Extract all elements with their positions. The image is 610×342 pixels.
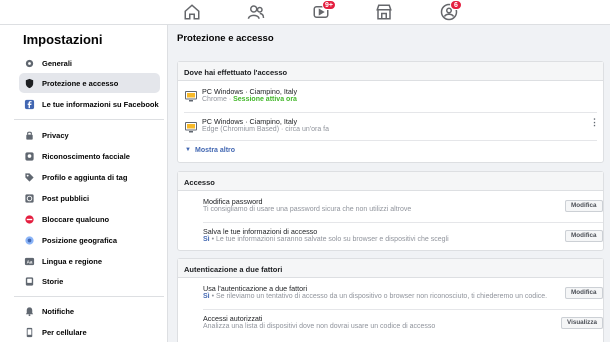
- row-title: Usa l'autenticazione a due fattori: [203, 284, 308, 293]
- edit-password-button[interactable]: Modifica: [565, 200, 603, 212]
- sidebar-item-informazioni[interactable]: Le tue informazioni su Facebook: [19, 94, 160, 114]
- sidebar-item-label: Generali: [42, 58, 73, 68]
- sidebar-item-label: Per cellulare: [42, 327, 87, 337]
- tag-icon: [24, 172, 35, 183]
- block-icon: [24, 214, 35, 225]
- globe-icon: [24, 193, 35, 204]
- sidebar-item-post-pubblici[interactable]: Post pubblici: [19, 188, 160, 208]
- sidebar-item-label: Le tue informazioni su Facebook: [42, 99, 159, 109]
- session-details: Edge (Chromium Based) · circa un'ora fa: [202, 126, 329, 133]
- row-description: Analizza una lista di dispositivi dove n…: [203, 323, 436, 330]
- sidebar-item-label: Privacy: [42, 130, 69, 140]
- shield-icon: [24, 78, 35, 89]
- session-row[interactable]: PC Windows · Ciampino, Italy Chrome · Se…: [178, 81, 603, 111]
- location-icon: [24, 235, 35, 246]
- sidebar-item-riconoscimento[interactable]: Riconoscimento facciale: [19, 146, 160, 166]
- session-device: PC Windows · Ciampino, Italy: [202, 87, 298, 96]
- friends-icon[interactable]: [247, 3, 265, 21]
- sidebar-divider: [14, 296, 164, 297]
- change-password-row[interactable]: Modifica password Ti consigliamo di usar…: [178, 191, 603, 221]
- view-authorized-logins-button[interactable]: Visualizza: [561, 317, 603, 329]
- groups-notification-badge: 6: [450, 0, 462, 10]
- authorized-logins-row[interactable]: Accessi autorizzati Analizza una lista d…: [178, 309, 603, 337]
- sidebar-item-label: Posizione geografica: [42, 235, 118, 245]
- sidebar-item-posizione[interactable]: Posizione geografica: [19, 230, 160, 250]
- computer-icon: [185, 89, 197, 102]
- sidebar-item-label: Storie: [42, 276, 64, 286]
- access-card: Accesso Modifica password Ti consigliamo…: [177, 171, 604, 251]
- home-icon[interactable]: [183, 3, 201, 21]
- top-navigation-bar: 9+ 6: [0, 0, 610, 25]
- row-description: Sì • Le tue informazioni saranno salvate…: [203, 236, 449, 243]
- lock-icon: [24, 130, 35, 141]
- sidebar-item-storie[interactable]: Storie: [19, 271, 160, 291]
- sidebar-item-protezione[interactable]: Protezione e accesso: [19, 73, 160, 93]
- status-enabled: Sì: [203, 236, 210, 243]
- sidebar-item-lingua[interactable]: Aa Lingua e regione: [19, 251, 160, 271]
- section-header: Accesso: [178, 172, 603, 191]
- more-options-icon[interactable]: ⋮: [590, 118, 599, 127]
- row-title: Accessi autorizzati: [203, 314, 263, 323]
- gear-icon: [24, 58, 35, 69]
- sidebar-item-label: Riconoscimento facciale: [42, 151, 130, 161]
- svg-text:Aa: Aa: [27, 259, 33, 264]
- sidebar-item-notifiche[interactable]: Notifiche: [19, 301, 160, 321]
- sidebar-item-label: Bloccare qualcuno: [42, 214, 110, 224]
- two-factor-card: Autenticazione a due fattori Usa l'auten…: [177, 258, 604, 342]
- show-more-link[interactable]: Mostra altro: [195, 147, 235, 154]
- sidebar-item-bloccare[interactable]: Bloccare qualcuno: [19, 209, 160, 229]
- session-details: Chrome · Sessione attiva ora: [202, 96, 297, 103]
- facebook-icon: [24, 99, 35, 110]
- face-icon: [24, 151, 35, 162]
- session-device: PC Windows · Ciampino, Italy: [202, 117, 298, 126]
- edit-two-factor-button[interactable]: Modifica: [565, 287, 603, 299]
- row-description: Sì • Se rileviamo un tentativo di access…: [203, 293, 547, 300]
- language-icon: Aa: [24, 256, 35, 267]
- row-description-text: • Le tue informazioni saranno salvate so…: [209, 236, 449, 243]
- save-login-row[interactable]: Salva le tue informazioni di accesso Sì …: [178, 222, 603, 250]
- sidebar-item-label: Protezione e accesso: [42, 78, 119, 88]
- marketplace-icon[interactable]: [375, 3, 393, 21]
- show-more-row[interactable]: ▼ Mostra altro: [178, 141, 603, 161]
- session-active-status: Sessione attiva ora: [233, 96, 297, 103]
- watch-notification-badge: 9+: [322, 0, 336, 10]
- sidebar-item-label: Post pubblici: [42, 193, 90, 203]
- row-description: Ti consigliamo di usare una password sic…: [203, 206, 412, 213]
- row-title: Salva le tue informazioni di accesso: [203, 227, 318, 236]
- status-enabled: Sì: [203, 293, 210, 300]
- login-locations-card: Dove hai effettuato l'accesso PC Windows…: [177, 61, 604, 163]
- sidebar-item-label: Profilo e aggiunta di tag: [42, 172, 128, 182]
- edit-save-login-button[interactable]: Modifica: [565, 230, 603, 242]
- row-title: Modifica password: [203, 197, 263, 206]
- chevron-down-icon: ▼: [185, 147, 191, 153]
- session-browser: Edge (Chromium Based) ·: [202, 126, 286, 133]
- session-browser: Chrome ·: [202, 96, 234, 103]
- mobile-icon: [24, 327, 35, 338]
- sidebar-title: Impostazioni: [23, 32, 103, 47]
- section-header: Dove hai effettuato l'accesso: [178, 62, 603, 81]
- bell-icon: [24, 306, 35, 317]
- groups-icon[interactable]: 6: [440, 0, 462, 21]
- settings-sidebar: Impostazioni Generali Protezione e acces…: [0, 25, 168, 342]
- page-title: Protezione e accesso: [177, 33, 274, 44]
- sidebar-divider: [14, 119, 164, 120]
- sidebar-item-generali[interactable]: Generali: [19, 53, 160, 73]
- session-last-active: circa un'ora fa: [285, 126, 330, 133]
- session-row[interactable]: PC Windows · Ciampino, Italy Edge (Chrom…: [178, 112, 603, 140]
- stories-icon: [24, 276, 35, 287]
- section-header: Autenticazione a due fattori: [178, 259, 603, 278]
- sidebar-item-privacy[interactable]: Privacy: [19, 125, 160, 145]
- computer-icon: [185, 120, 197, 133]
- sidebar-item-cellulare[interactable]: Per cellulare: [19, 322, 160, 342]
- row-description-text: • Se rileviamo un tentativo di accesso d…: [209, 293, 548, 300]
- sidebar-item-label: Lingua e regione: [42, 256, 103, 266]
- two-factor-row[interactable]: Usa l'autenticazione a due fattori Sì • …: [178, 278, 603, 308]
- sidebar-item-profilo[interactable]: Profilo e aggiunta di tag: [19, 167, 160, 187]
- sidebar-item-label: Notifiche: [42, 306, 75, 316]
- watch-icon[interactable]: 9+: [312, 0, 336, 21]
